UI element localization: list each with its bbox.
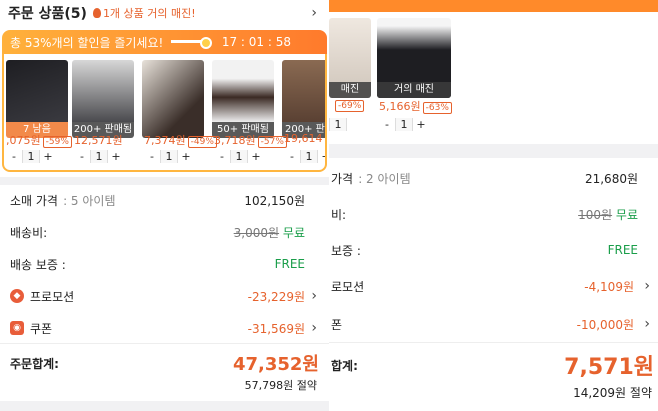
shipping-row: 배송비: 3,000원 무료: [10, 225, 305, 240]
chevron-right-icon[interactable]: ›: [311, 320, 317, 336]
quantity-stepper-r1[interactable]: 1: [329, 118, 347, 131]
product-thumb-r2[interactable]: 거의 매진: [377, 18, 451, 98]
plus-button[interactable]: +: [318, 150, 325, 163]
retail-price-row: 소매 가격 : 5 아이템 102,150원: [10, 193, 305, 208]
minus-button[interactable]: -: [144, 150, 160, 163]
order-total: 7,571원: [564, 355, 654, 380]
savings-text: 14,209원 절약: [573, 385, 652, 400]
item-price-r2: 5,166원 -63%: [379, 98, 452, 114]
savings-row: 14,209원 절약: [329, 382, 658, 402]
order-total: 47,352원: [232, 354, 319, 375]
item-price-r1: -69%: [333, 98, 365, 112]
timer-line: [171, 39, 204, 43]
item-price-3: 7,374원 -49%: [144, 132, 217, 148]
quantity-stepper-3[interactable]: -1 +: [144, 150, 194, 163]
plus-button[interactable]: +: [248, 150, 264, 163]
coupon-row[interactable]: 폰 -10,000원 ›: [329, 314, 658, 334]
product-image: [282, 60, 325, 122]
minus-button[interactable]: -: [284, 150, 300, 163]
chevron-right-icon[interactable]: ›: [311, 5, 317, 21]
chevron-right-icon[interactable]: ›: [644, 316, 650, 332]
promotion-row[interactable]: 로모션 -4,109원 ›: [329, 276, 658, 296]
section-divider: [0, 177, 329, 185]
coupon-icon: ◉: [10, 321, 24, 335]
product-thumb-r1[interactable]: 매진: [329, 18, 371, 98]
order-items-title: 주문 상품(5): [8, 6, 87, 22]
plus-button[interactable]: +: [108, 150, 124, 163]
divider-line: [0, 343, 329, 344]
minus-button[interactable]: -: [379, 118, 395, 131]
item-price-1: ,075원 -59%: [6, 132, 72, 148]
right-items-area: 매진 거의 매진 -69% 5,166원 -63% 1 -1 +: [329, 12, 658, 144]
quantity-stepper-5[interactable]: -1+: [284, 150, 325, 163]
left-order-panel: 주문 상품(5) 1개 상품 거의 매진! › 총 53%개의 할인을 즐기세요…: [0, 0, 329, 411]
tag-icon: ◆: [10, 289, 24, 303]
shipping-row: 비: 100원 무료: [331, 207, 638, 222]
stock-tag: 매진: [329, 82, 371, 98]
product-thumb-3[interactable]: [142, 60, 204, 138]
stock-tag: 거의 매진: [377, 82, 451, 98]
retail-price-row: 가격 : 2 아이템 21,680원: [331, 171, 638, 186]
product-thumb-4[interactable]: 50+ 판매됨: [212, 60, 274, 138]
section-divider: [329, 144, 658, 158]
quantity-stepper-4[interactable]: -1 +: [214, 150, 264, 163]
promo-bar-edge: [329, 0, 658, 12]
savings-text: 57,798원 절약: [244, 379, 317, 392]
divider-line: [329, 342, 658, 343]
right-order-panel: 매진 거의 매진 -69% 5,166원 -63% 1 -1 + 가격 : 2 아이…: [329, 0, 658, 411]
plus-button[interactable]: +: [40, 150, 56, 163]
quantity-stepper-r2[interactable]: -1 +: [379, 118, 429, 131]
promo-text: 총 53%개의 할인을 즐기세요!: [10, 35, 164, 50]
product-image: [72, 60, 134, 122]
quantity-stepper-2[interactable]: -1 +: [74, 150, 124, 163]
order-items-list: 7 남음 200+ 판매됨 50+ 판매됨 200+ 판 ,075원-59%: [2, 54, 327, 172]
sellout-note: 1개 상품 거의 매진!: [92, 5, 196, 21]
item-price-2: 12,571원: [74, 134, 123, 147]
order-total-row: 합계: 7,571원: [329, 350, 658, 380]
countdown-timer: 17 : 01 : 58: [221, 35, 291, 49]
product-thumb-5[interactable]: 200+ 판: [282, 60, 325, 138]
plus-button[interactable]: +: [178, 150, 194, 163]
order-items-header[interactable]: 주문 상품(5) 1개 상품 거의 매진! ›: [0, 4, 329, 22]
coupon-row[interactable]: ◉ 쿠폰 -31,569원 ›: [0, 318, 329, 338]
product-image: [6, 60, 68, 122]
discount-promo-bar: 총 53%개의 할인을 즐기세요! 17 : 01 : 58: [2, 30, 327, 54]
shipping-guarantee-row: 보증 : FREE: [331, 243, 638, 258]
chevron-right-icon[interactable]: ›: [311, 288, 317, 304]
promotion-row[interactable]: ◆ 프로모션 -23,229원 ›: [0, 286, 329, 306]
savings-row: 57,798원 절약: [0, 376, 329, 394]
minus-button[interactable]: -: [6, 150, 22, 163]
item-price-4: 3,718원 -57%: [214, 132, 287, 148]
minus-button[interactable]: -: [74, 150, 90, 163]
product-thumb-1[interactable]: 7 남음: [6, 60, 68, 138]
quantity-stepper-1[interactable]: -1 +: [6, 150, 56, 163]
item-price-5: 19,614: [284, 132, 323, 145]
shipping-guarantee-row: 배송 보증 : FREE: [10, 257, 305, 272]
bottom-divider: [0, 401, 329, 411]
product-thumb-2[interactable]: 200+ 판매됨: [72, 60, 134, 138]
flame-icon: [92, 8, 101, 18]
plus-button[interactable]: +: [413, 118, 429, 131]
order-total-row: 주문합계: 47,352원: [0, 350, 329, 376]
timer-icon: [200, 37, 213, 49]
product-image: [142, 60, 204, 138]
chevron-right-icon[interactable]: ›: [644, 278, 650, 294]
minus-button[interactable]: -: [214, 150, 230, 163]
product-image: [212, 60, 274, 122]
